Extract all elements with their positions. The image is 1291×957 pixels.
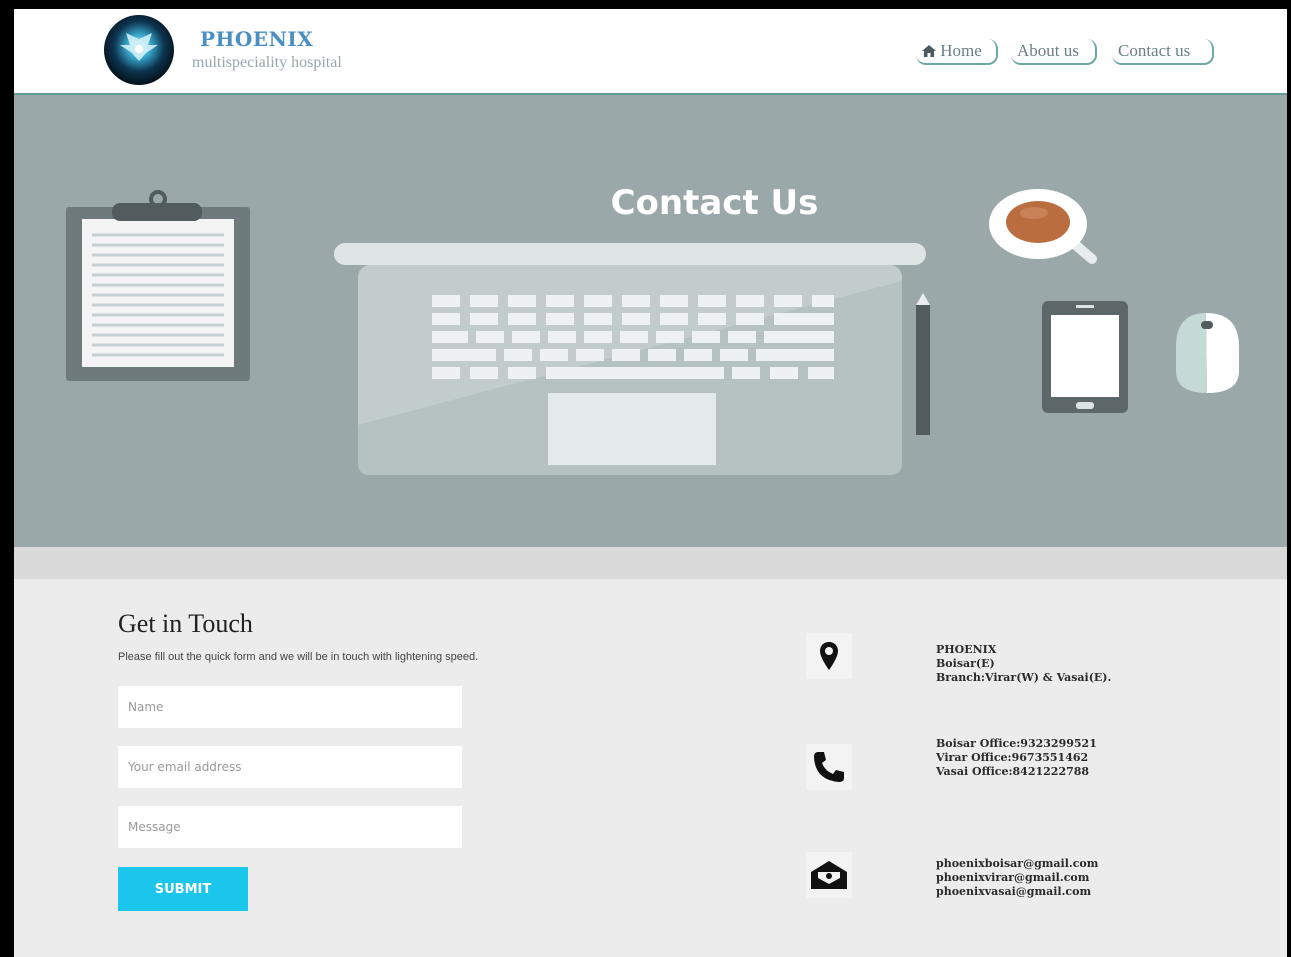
email-line[interactable]: phoenixvirar@gmail.com [936,871,1098,885]
email-line[interactable]: phoenixboisar@gmail.com [936,857,1098,871]
message-input[interactable] [118,806,462,848]
email-block: phoenixboisar@gmail.com phoenixvirar@gma… [936,857,1098,899]
nav-contact-link[interactable]: Contact us [1112,39,1214,65]
laptop-icon [334,243,926,475]
divider-strip [14,547,1287,579]
nav-home-label: Home [940,41,982,60]
address-line: PHOENIX [936,643,997,656]
tablet-icon [1042,301,1128,413]
phoenix-logo[interactable] [104,15,174,85]
brand-tagline: multispeciality hospital [192,54,342,71]
phone-icon [806,744,852,790]
phone-block: Boisar Office:9323299521 Virar Office:96… [936,737,1097,779]
home-icon [922,41,940,60]
site-header: PHOENIX multispeciality hospital Home Ab… [14,9,1287,95]
address-line: Branch:Virar(W) & Vasai(E). [936,671,1112,684]
location-pin-icon [806,633,852,679]
submit-button[interactable]: SUBMIT [118,867,248,911]
desk-illustration [66,189,1239,475]
pen-icon [916,293,930,435]
page: PHOENIX multispeciality hospital Home Ab… [14,9,1287,957]
phone-line: Boisar Office:9323299521 [936,737,1097,750]
mouse-icon [1176,313,1239,393]
nav-contact-label: Contact us [1118,41,1191,60]
email-line[interactable]: phoenixvasai@gmail.com [936,885,1098,899]
phone-line: Vasai Office:8421222788 [936,765,1090,778]
nav-about-link[interactable]: About us [1011,39,1097,65]
envelope-icon [806,852,852,898]
phone-line: Virar Office:9673551462 [936,751,1089,764]
email-input[interactable] [118,746,462,788]
name-input[interactable] [118,686,462,728]
address-block: PHOENIX Boisar(E) Branch:Virar(W) & Vasa… [936,643,1111,685]
phoenix-bird-icon [120,33,158,61]
address-line: Boisar(E) [936,657,995,670]
nav-home-link[interactable]: Home [916,39,998,65]
brand-name[interactable]: PHOENIX [200,27,313,51]
hero-banner: Contact Us [14,95,1287,547]
section-title: Get in Touch [118,609,253,638]
nav-about-label: About us [1017,41,1079,60]
section-description: Please fill out the quick form and we wi… [118,651,479,663]
page-title: Contact Us [610,183,819,223]
